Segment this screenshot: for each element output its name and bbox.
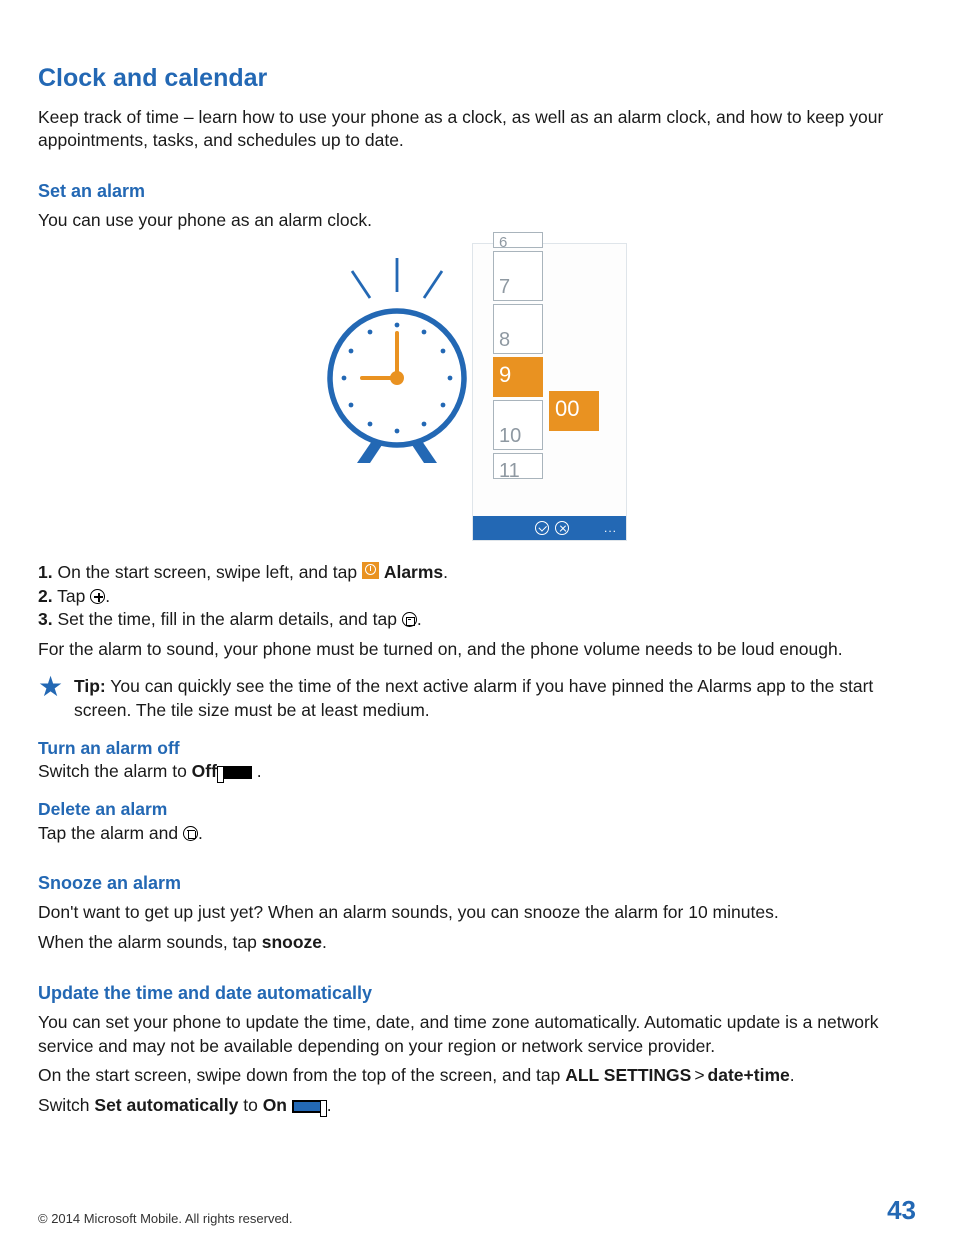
step-3: 3. Set the time, fill in the alarm detai… bbox=[38, 608, 916, 632]
copyright: © 2014 Microsoft Mobile. All rights rese… bbox=[38, 1210, 293, 1228]
update-p1: You can set your phone to update the tim… bbox=[38, 1011, 916, 1058]
step-number: 3. bbox=[38, 609, 53, 629]
intro-paragraph: Keep track of time – learn how to use yo… bbox=[38, 106, 916, 153]
step-number: 1. bbox=[38, 562, 53, 582]
phone-mockup: 6 7 8 9 10 11 00 ... bbox=[472, 243, 627, 541]
minute-picker: 00 bbox=[549, 391, 599, 434]
toggle-on-icon bbox=[292, 1100, 322, 1113]
step-text: Tap bbox=[57, 586, 90, 606]
tip-block: ★ Tip: You can quickly see the time of t… bbox=[38, 675, 916, 722]
step-2: 2. Tap . bbox=[38, 585, 916, 609]
page-title: Clock and calendar bbox=[38, 62, 916, 96]
step-text: Set the time, fill in the alarm details,… bbox=[57, 609, 401, 629]
step-1: 1. On the start screen, swipe left, and … bbox=[38, 561, 916, 585]
cancel-icon bbox=[555, 521, 569, 535]
delete-heading: Delete an alarm bbox=[38, 798, 916, 822]
confirm-icon bbox=[535, 521, 549, 535]
step-number: 2. bbox=[38, 586, 53, 606]
add-icon bbox=[90, 589, 105, 604]
update-p2: On the start screen, swipe down from the… bbox=[38, 1064, 916, 1088]
turn-off-text: Switch the alarm to Off . bbox=[38, 760, 916, 784]
picker-cell: 7 bbox=[493, 251, 543, 301]
turn-off-heading: Turn an alarm off bbox=[38, 737, 916, 761]
picker-cell-selected: 00 bbox=[549, 391, 599, 431]
alarms-label: Alarms bbox=[384, 562, 443, 582]
alarms-tile-icon bbox=[362, 562, 379, 579]
set-alarm-heading: Set an alarm bbox=[38, 179, 916, 203]
step-text: On the start screen, swipe left, and tap bbox=[57, 562, 361, 582]
update-heading: Update the time and date automatically bbox=[38, 981, 916, 1005]
picker-cell: 6 bbox=[493, 232, 543, 248]
snooze-p2: When the alarm sounds, tap snooze. bbox=[38, 931, 916, 955]
more-icon: ... bbox=[604, 520, 617, 536]
save-icon bbox=[402, 612, 417, 627]
tip-label: Tip: bbox=[74, 676, 106, 696]
page-number: 43 bbox=[887, 1193, 916, 1228]
picker-cell-selected: 9 bbox=[493, 357, 543, 397]
delete-icon bbox=[183, 826, 198, 841]
picker-cell: 10 bbox=[493, 400, 543, 450]
phone-appbar: ... bbox=[473, 516, 626, 540]
hour-picker: 6 7 8 9 10 11 bbox=[493, 232, 543, 482]
snooze-heading: Snooze an alarm bbox=[38, 871, 916, 895]
update-p3: Switch Set automatically to On . bbox=[38, 1094, 916, 1118]
page-footer: © 2014 Microsoft Mobile. All rights rese… bbox=[38, 1193, 916, 1228]
alarm-note: For the alarm to sound, your phone must … bbox=[38, 638, 916, 662]
alarm-illustration: 6 7 8 9 10 11 00 ... bbox=[327, 243, 627, 543]
toggle-off-icon bbox=[222, 766, 252, 779]
picker-cell: 11 bbox=[493, 453, 543, 479]
tip-text: Tip: You can quickly see the time of the… bbox=[74, 675, 916, 722]
delete-text: Tap the alarm and . bbox=[38, 822, 916, 846]
picker-cell: 8 bbox=[493, 304, 543, 354]
snooze-p1: Don't want to get up just yet? When an a… bbox=[38, 901, 916, 925]
set-alarm-desc: You can use your phone as an alarm clock… bbox=[38, 209, 916, 233]
star-icon: ★ bbox=[38, 673, 64, 701]
